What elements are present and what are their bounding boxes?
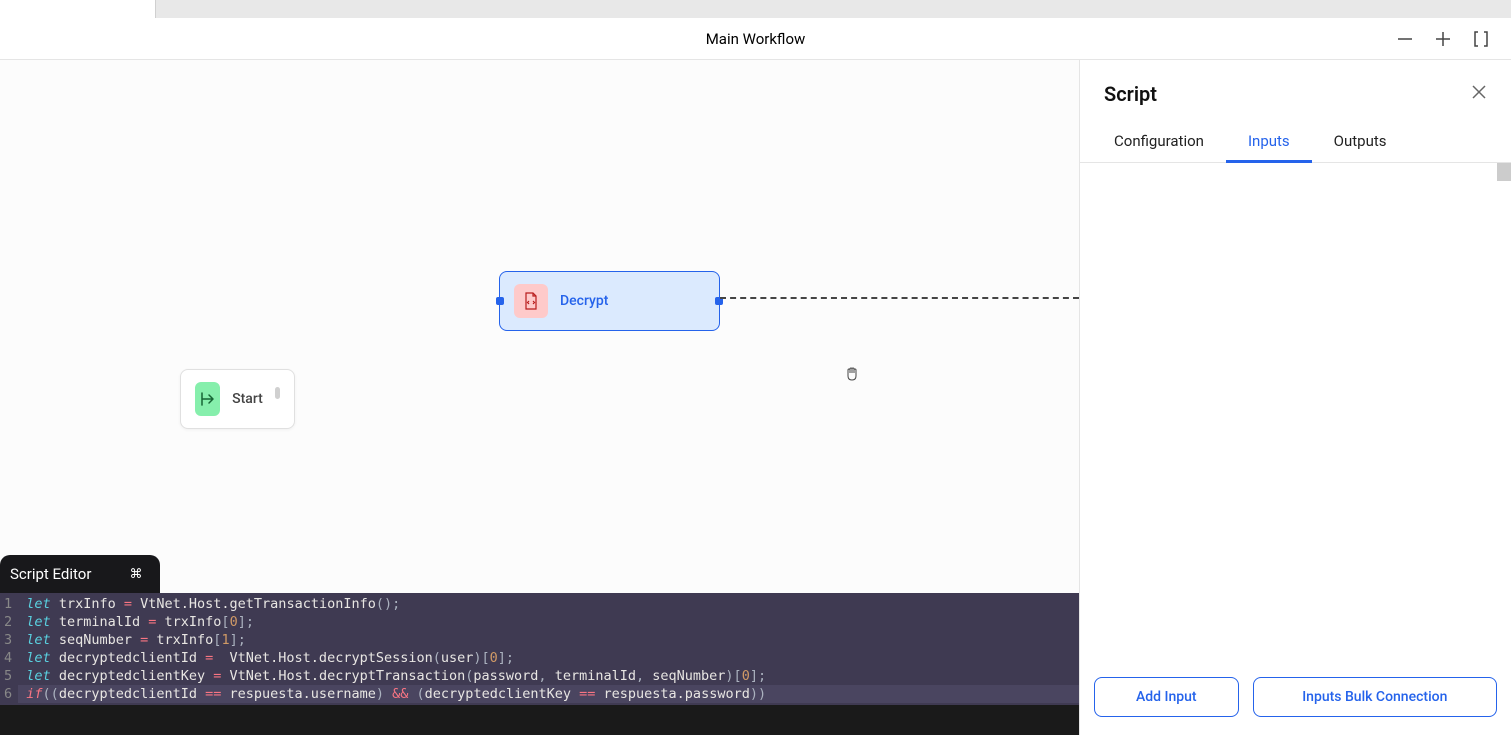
grab-cursor-icon <box>842 365 862 385</box>
plus-icon[interactable] <box>1433 29 1453 49</box>
code-line-2: let terminalId = trxInfo[0]; <box>18 614 254 630</box>
code-line-3: let seqNumber = trxInfo[1]; <box>18 632 246 648</box>
workflow-title: Main Workflow <box>706 30 806 48</box>
script-editor-title: Script Editor <box>10 565 91 583</box>
command-icon: ⌘ <box>129 567 142 582</box>
panel-title: Script <box>1104 82 1157 106</box>
code-area[interactable]: 1 2 3 4 5 6 let trxInfo = VtNet.Host.get… <box>0 593 1079 705</box>
code-file-icon <box>514 284 548 318</box>
close-icon[interactable] <box>1471 84 1487 105</box>
panel-body <box>1080 163 1511 665</box>
node-start[interactable]: Start <box>180 369 295 429</box>
brackets-icon[interactable] <box>1471 29 1491 49</box>
add-input-button[interactable]: Add Input <box>1094 677 1239 717</box>
script-editor-tab[interactable]: Script Editor ⌘ <box>0 555 160 593</box>
script-editor: Script Editor ⌘ 1 2 3 4 5 6 let trxInfo … <box>0 555 1079 705</box>
tab-outputs[interactable]: Outputs <box>1312 122 1409 162</box>
node-decrypt-input-port[interactable] <box>496 297 504 305</box>
start-icon <box>195 382 220 416</box>
code-line-4: let decryptedclientId = VtNet.Host.decry… <box>18 650 514 666</box>
inputs-bulk-connection-button[interactable]: Inputs Bulk Connection <box>1253 677 1497 717</box>
node-start-label: Start <box>232 391 263 407</box>
bottom-strip <box>0 705 1079 735</box>
header-actions <box>1395 29 1491 49</box>
code-line-1: let trxInfo = VtNet.Host.getTransactionI… <box>18 596 400 612</box>
tab-configuration[interactable]: Configuration <box>1092 122 1226 162</box>
minimize-icon[interactable] <box>1395 29 1415 49</box>
tab-inputs[interactable]: Inputs <box>1226 122 1312 163</box>
workflow-header: Main Workflow <box>0 18 1511 60</box>
code-line-6: if((decryptedclientId == respuesta.usern… <box>18 685 1079 703</box>
side-panel: Script Configuration Inputs Outputs Add … <box>1079 60 1511 735</box>
node-decrypt[interactable]: Decrypt <box>499 271 720 331</box>
scrollbar-thumb[interactable] <box>1497 163 1511 181</box>
top-toolbar-strip <box>155 0 1511 18</box>
code-line-5: let decryptedclientKey = VtNet.Host.decr… <box>18 668 766 684</box>
panel-tabs: Configuration Inputs Outputs <box>1080 122 1511 163</box>
node-decrypt-label: Decrypt <box>560 293 608 309</box>
node-start-output-port[interactable] <box>275 387 280 399</box>
connection-line <box>720 297 1079 299</box>
panel-header: Script <box>1080 60 1511 122</box>
panel-footer: Add Input Inputs Bulk Connection <box>1080 665 1511 735</box>
code-lines[interactable]: let trxInfo = VtNet.Host.getTransactionI… <box>18 593 1079 705</box>
line-gutter: 1 2 3 4 5 6 <box>0 593 18 705</box>
